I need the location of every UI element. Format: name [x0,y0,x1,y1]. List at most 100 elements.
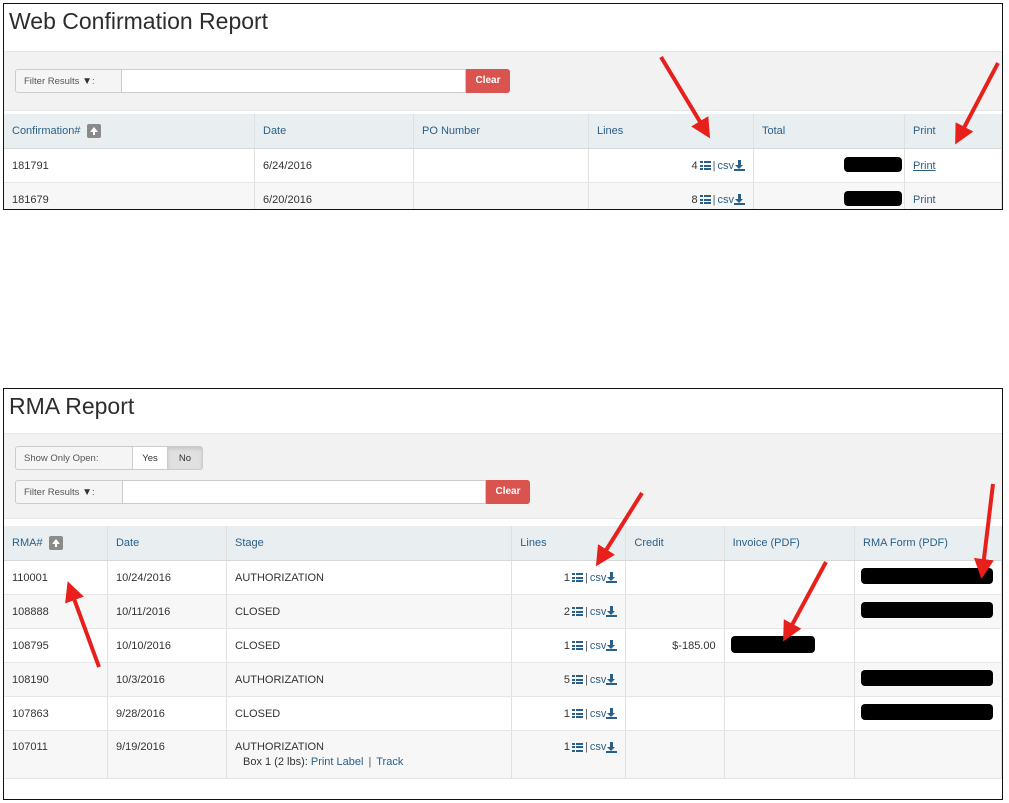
separator: | [368,756,372,768]
rma-form-pdf [854,730,1002,779]
col-invoice-pdf[interactable]: Invoice (PDF) [724,526,856,561]
download-icon[interactable] [606,674,618,686]
print-cell: Print [904,148,1002,183]
redacted-block [730,635,815,653]
download-icon[interactable] [606,708,618,720]
csv-link[interactable]: csv [590,741,607,753]
csv-link[interactable]: csv [718,194,735,206]
clear-button[interactable]: Clear [466,69,510,93]
rma-report-panel: RMA Report Show Only Open: Yes No Filter… [3,388,1003,800]
print-link[interactable]: Print [913,194,936,206]
lines-count: 1 [563,639,571,652]
col-rma[interactable]: RMA# [4,526,108,561]
list-icon[interactable] [572,742,584,752]
list-icon[interactable] [699,195,711,205]
stage: AUTHORIZATION [234,741,324,753]
col-lines[interactable]: Lines [511,526,627,561]
col-credit[interactable]: Credit [625,526,725,561]
redacted-block [861,670,993,686]
csv-link[interactable]: csv [590,606,607,618]
redacted-block [861,568,993,584]
filter-bar: Filter Results ▼: Clear [4,51,1002,111]
confirmation-number: 181679 [4,182,255,209]
table-row: 107011 9/19/2016 AUTHORIZATION Box 1 (2 … [4,730,1002,779]
list-icon[interactable] [572,641,584,651]
list-icon[interactable] [699,161,711,171]
total [753,148,905,183]
date: 10/10/2016 [107,628,227,663]
print-label-link[interactable]: Print Label [311,756,364,768]
lines-count: 5 [563,673,571,686]
show-open-no-button[interactable]: No [168,446,203,470]
lines-cell: 1 | csv [511,628,627,663]
redacted-block [861,602,993,618]
invoice-pdf [724,560,856,595]
col-rma-form-pdf[interactable]: RMA Form (PDF) [854,526,1002,561]
list-icon[interactable] [572,607,584,617]
rma-number: 108795 [4,628,108,663]
rma-form-pdf [854,696,1002,731]
col-confirmation[interactable]: Confirmation# [4,114,255,149]
clear-button[interactable]: Clear [486,480,530,504]
col-total[interactable]: Total [753,114,905,149]
redacted-block [844,190,902,206]
table-row: 108888 10/11/2016 CLOSED 2 | csv [4,594,1002,629]
sort-ascending-icon[interactable] [86,124,101,138]
rma-number: 108888 [4,594,108,629]
csv-link[interactable]: csv [718,160,735,172]
invoice-pdf [724,696,856,731]
col-lines[interactable]: Lines [588,114,754,149]
list-icon[interactable] [572,709,584,719]
lines-count: 8 [691,193,698,206]
filter-label: Filter Results ▼: [15,480,123,504]
filter-funnel-icon: ▼ [82,487,92,498]
download-icon[interactable] [734,160,745,172]
list-icon[interactable] [572,675,584,685]
page-title: Web Confirmation Report [9,8,269,34]
col-stage[interactable]: Stage [226,526,513,561]
csv-link[interactable]: csv [590,572,607,584]
confirmation-number: 181791 [4,148,255,183]
filter-input[interactable] [122,69,466,93]
col-print[interactable]: Print [904,114,1002,149]
stage-cell: AUTHORIZATION Box 1 (2 lbs): Print Label… [226,730,513,779]
col-po-number[interactable]: PO Number [413,114,589,149]
lines-count: 2 [563,605,571,618]
download-icon[interactable] [606,640,618,652]
invoice-pdf [724,730,856,779]
rma-table: RMA# Date Stage Lines Credit Invoice (PD… [4,526,1002,779]
print-link[interactable]: Print [913,160,936,172]
table-header-row: RMA# Date Stage Lines Credit Invoice (PD… [4,526,1002,561]
list-icon[interactable] [572,573,584,583]
date: 10/11/2016 [107,594,227,629]
box-info: Box 1 (2 lbs): Print Label | Track [235,756,503,768]
download-icon[interactable] [606,606,618,618]
rma-number: 108190 [4,662,108,697]
csv-link[interactable]: csv [590,674,607,686]
csv-link[interactable]: csv [590,708,607,720]
show-open-yes-button[interactable]: Yes [133,446,168,470]
confirmation-table: Confirmation# Date PO Number Lines Total… [4,114,1002,209]
separator: | [585,741,588,753]
credit [625,560,725,595]
track-link[interactable]: Track [376,756,403,768]
separator: | [585,605,588,618]
download-icon[interactable] [734,194,745,206]
web-confirmation-report-panel: Web Confirmation Report Filter Results ▼… [3,3,1003,210]
rma-form-pdf [854,628,1002,663]
sort-ascending-icon[interactable] [48,536,63,550]
credit [625,730,725,779]
filter-bar: Show Only Open: Yes No Filter Results ▼:… [4,433,1002,519]
filter-input[interactable] [123,480,486,504]
download-icon[interactable] [606,572,618,584]
download-icon[interactable] [606,741,618,753]
col-date[interactable]: Date [107,526,227,561]
csv-link[interactable]: csv [590,640,607,652]
separator: | [585,707,588,720]
po-number [413,148,589,183]
filter-label: Filter Results ▼: [15,69,122,93]
col-date[interactable]: Date [254,114,414,149]
date: 6/24/2016 [254,148,414,183]
credit: $-185.00 [625,628,725,663]
invoice-pdf [724,628,856,663]
